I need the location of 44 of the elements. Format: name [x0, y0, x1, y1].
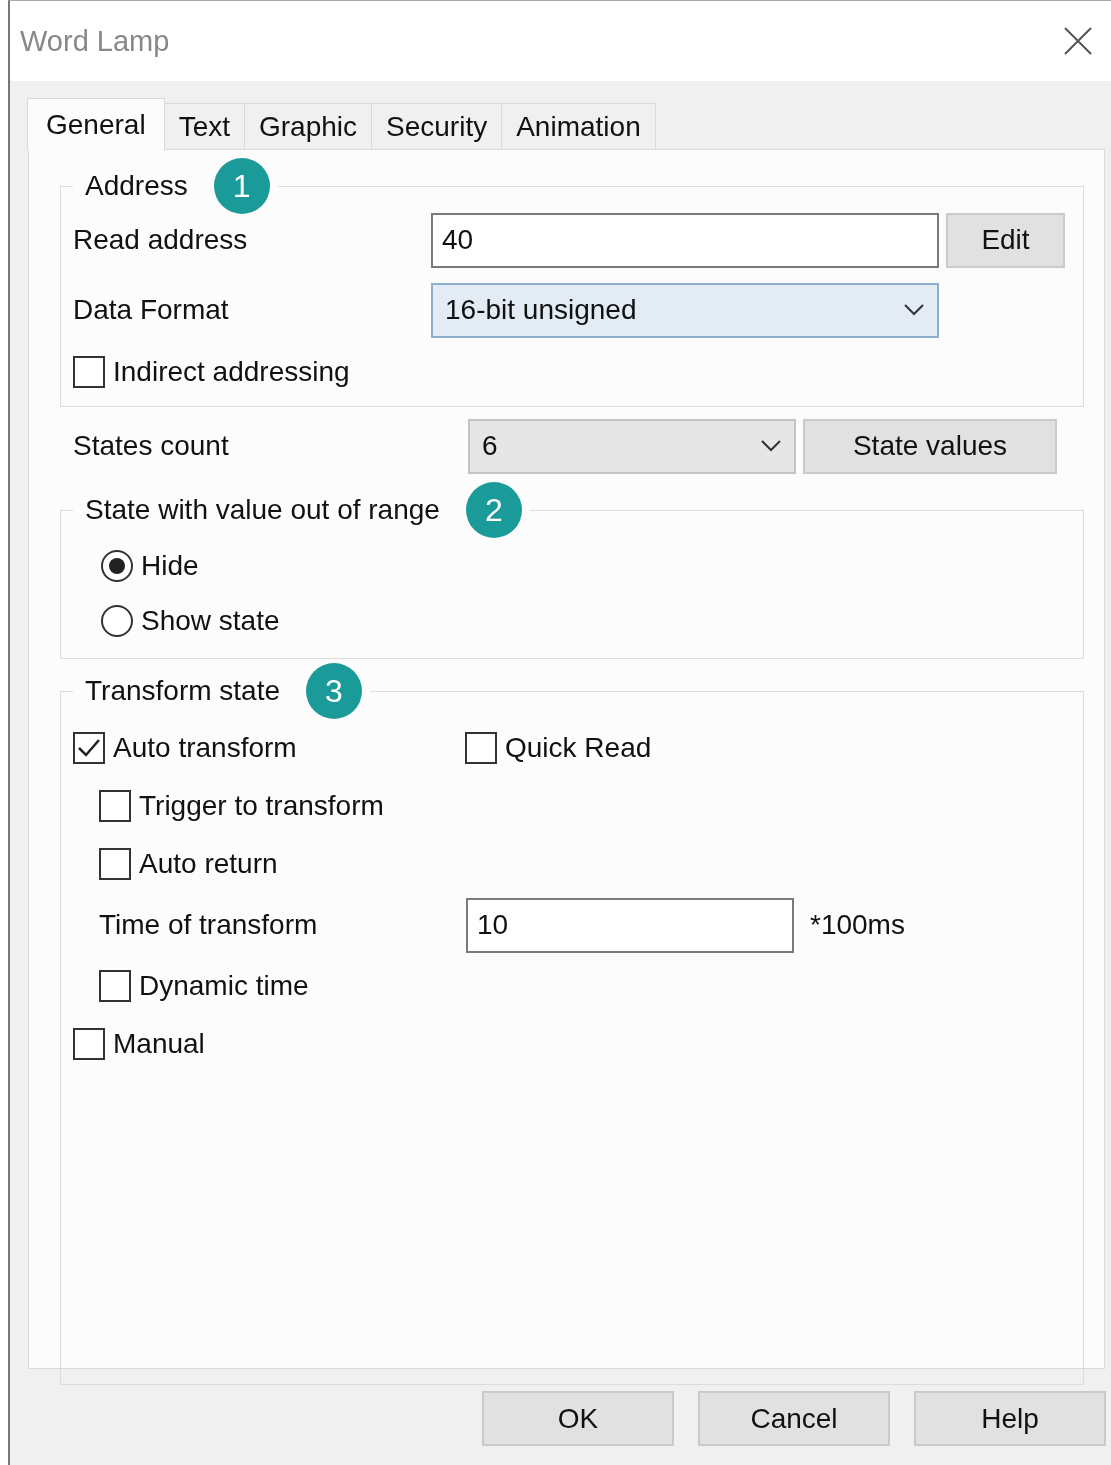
- unit-label: *100ms: [810, 909, 905, 941]
- chevron-down-icon: [760, 439, 782, 453]
- read-address-field[interactable]: 40: [431, 212, 939, 268]
- close-icon[interactable]: [1063, 26, 1093, 56]
- checkbox-label: Auto return: [139, 848, 278, 880]
- radio-button[interactable]: [101, 604, 133, 637]
- checkbox-label: Manual: [113, 1028, 205, 1060]
- dialog-button[interactable]: Cancel: [698, 1391, 890, 1446]
- checkbox[interactable]: [99, 970, 131, 1002]
- checkbox[interactable]: [99, 790, 131, 822]
- radio-button[interactable]: [101, 549, 133, 582]
- checkbox-label: Auto transform: [113, 732, 297, 764]
- checkbox-label: Indirect addressing: [113, 356, 350, 388]
- radio-label: Show state: [141, 604, 280, 637]
- tab[interactable]: Animation: [501, 103, 656, 149]
- number-badge: 2: [465, 482, 522, 538]
- field-label: Time of transform: [99, 909, 319, 941]
- checkbox[interactable]: [73, 1028, 105, 1060]
- field-label: Data Format: [73, 294, 230, 326]
- field-label: States count: [72, 430, 230, 462]
- chevron-down-icon: [903, 303, 925, 317]
- checkbox[interactable]: [73, 732, 105, 764]
- checkbox[interactable]: [73, 356, 105, 388]
- number-badge: 1: [213, 158, 270, 214]
- states-count-dropdown[interactable]: 6: [468, 418, 796, 474]
- dialog-button[interactable]: OK: [482, 1391, 674, 1446]
- window-title: Word Lamp: [20, 24, 170, 58]
- field-label: Read address: [73, 224, 249, 256]
- checkbox[interactable]: [465, 732, 497, 764]
- group-title: Address: [85, 170, 188, 202]
- group-title: Transform state: [85, 675, 280, 707]
- group-title: State with value out of range: [85, 494, 440, 526]
- time-field[interactable]: 10: [466, 897, 794, 953]
- checkbox-label: Dynamic time: [139, 970, 309, 1002]
- data-format-dropdown[interactable]: 16-bit unsigned: [431, 282, 939, 338]
- dialog-button[interactable]: Help: [914, 1391, 1106, 1446]
- checkbox-label: Trigger to transform: [139, 790, 384, 822]
- radio-label: Hide: [141, 549, 199, 582]
- checkbox[interactable]: [99, 848, 131, 880]
- tab[interactable]: General: [27, 98, 165, 150]
- checkbox-label: Quick Read: [505, 732, 652, 764]
- state-values-button[interactable]: State values: [803, 418, 1057, 474]
- edit-button[interactable]: Edit: [946, 212, 1065, 268]
- number-badge: 3: [306, 663, 362, 719]
